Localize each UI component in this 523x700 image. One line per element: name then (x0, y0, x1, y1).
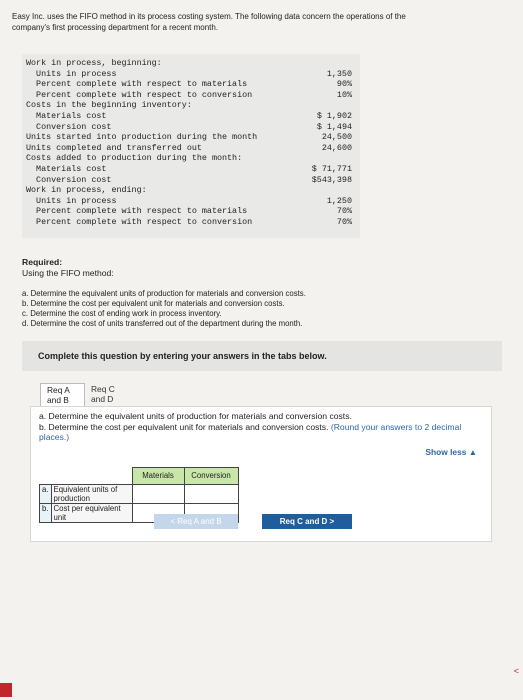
question-line-a: a. Determine the equivalent units of pro… (39, 411, 352, 421)
question-text: a. Determine the equivalent units of pro… (39, 411, 479, 443)
required-title: Required: (22, 257, 63, 267)
required-item-b: b. Determine the cost per equivalent uni… (22, 299, 285, 308)
conversion-eu-input[interactable] (183, 483, 239, 504)
data-row-value: 90% (336, 79, 352, 90)
data-row-label: Conversion cost (26, 174, 112, 185)
data-row-value: 70% (336, 206, 352, 217)
data-row-label: Units started into production during the… (26, 132, 258, 143)
question-line-b: b. Determine the cost per equivalent uni… (39, 421, 329, 432)
data-row: Percent complete with respect to convers… (22, 90, 360, 101)
data-row-value: 24,500 (321, 132, 352, 143)
show-less-link[interactable]: Show less ▲ (425, 447, 477, 457)
data-row-label: Units completed and transferred out (26, 142, 202, 153)
data-row: Units in process 1,350 (22, 69, 360, 80)
data-row: Materials cost $ 71,771 (22, 164, 360, 175)
data-row-label: Conversion cost (26, 121, 112, 132)
data-row: Conversion cost $ 1,494 (22, 122, 360, 133)
data-row-label: Costs in the beginning inventory: (26, 100, 192, 111)
data-row: Conversion cost $543,398 (22, 175, 360, 186)
red-corner-marker (0, 683, 12, 697)
data-row-label: Units in process (26, 68, 117, 79)
data-row-label: Units in process (26, 195, 117, 206)
blank-corner-2 (51, 468, 132, 485)
data-row-value: $ 1,494 (316, 121, 352, 132)
data-row: Work in process, beginning: (22, 58, 360, 69)
data-row-label: Percent complete with respect to materia… (26, 206, 248, 217)
required-heading: Required: Using the FIFO method: (22, 257, 114, 279)
tab-req-c-and-d[interactable]: Req C and D (85, 383, 130, 407)
data-row-value: $ 1,902 (316, 110, 352, 121)
required-item-d: d. Determine the cost of units transferr… (22, 319, 303, 328)
tab-req-c-line2: and D (91, 394, 114, 404)
prev-tab-button[interactable]: < Req A and B (154, 514, 238, 529)
blank-corner (40, 468, 52, 485)
data-row-value: 1,350 (326, 68, 352, 79)
data-row-value: 1,250 (326, 195, 352, 206)
data-row: Work in process, ending: (22, 185, 360, 196)
data-row-label: Materials cost (26, 110, 107, 121)
required-list: a. Determine the equivalent units of pro… (22, 289, 306, 329)
col-header-materials: Materials (131, 467, 185, 485)
data-row-label: Work in process, beginning: (26, 58, 162, 68)
col-header-conversion: Conversion (183, 467, 239, 485)
intro-line-1: Easy Inc. uses the FIFO method in its pr… (12, 12, 406, 21)
data-row-value: 70% (336, 216, 352, 227)
tab-req-c-line1: Req C (91, 384, 115, 394)
data-row-value: 10% (336, 89, 352, 100)
data-table: Work in process, beginning: Units in pro… (22, 54, 360, 238)
required-subtitle: Using the FIFO method: (22, 268, 114, 278)
data-row: Materials cost $ 1,902 (22, 111, 360, 122)
next-tab-button[interactable]: Req C and D > (262, 514, 352, 529)
data-row: Percent complete with respect to materia… (22, 206, 360, 217)
data-row-value: 24,600 (321, 142, 352, 153)
data-row: Percent complete with respect to materia… (22, 79, 360, 90)
data-row: Units started into production during the… (22, 132, 360, 143)
instruction-panel: Complete this question by entering your … (22, 341, 502, 371)
row-label: Equivalent units of production (50, 483, 133, 504)
problem-intro: Easy Inc. uses the FIFO method in its pr… (12, 12, 512, 33)
data-row-value: $ 71,771 (311, 163, 352, 174)
data-row: Percent complete with respect to convers… (22, 217, 360, 228)
row-key: b. (39, 502, 52, 523)
data-row-value: $543,398 (311, 174, 352, 185)
data-row-label: Costs added to production during the mon… (26, 153, 243, 164)
data-row-label: Work in process, ending: (26, 185, 147, 196)
data-row-label: Percent complete with respect to materia… (26, 79, 248, 90)
row-key: a. (39, 483, 52, 504)
panel-title: Complete this question by entering your … (38, 351, 327, 361)
table-row: a. Equivalent units of production (39, 483, 239, 504)
intro-line-2: company's first processing department fo… (12, 22, 219, 32)
required-item-c: c. Determine the cost of ending work in … (22, 309, 222, 318)
tab-req-a-line2: and B (47, 395, 69, 405)
tab-panel: a. Determine the equivalent units of pro… (30, 406, 492, 542)
data-row: Units in process 1,250 (22, 196, 360, 207)
chevron-left-icon[interactable]: < (514, 666, 519, 676)
tab-req-a-and-b[interactable]: Req A and B (40, 383, 85, 407)
data-row: Costs added to production during the mon… (22, 153, 360, 164)
data-row: Costs in the beginning inventory: (22, 100, 360, 111)
row-label: Cost per equivalent unit (50, 502, 133, 523)
materials-eu-input[interactable] (131, 483, 185, 504)
data-row-label: Percent complete with respect to convers… (26, 216, 253, 227)
data-row-label: Materials cost (26, 163, 107, 174)
data-row-label: Percent complete with respect to convers… (26, 89, 253, 100)
tab-bar: Req A and B Req C and D (40, 383, 130, 407)
data-row: Units completed and transferred out 24,60… (22, 143, 360, 154)
required-item-a: a. Determine the equivalent units of pro… (22, 289, 306, 298)
tab-req-a-line1: Req A (47, 385, 70, 395)
